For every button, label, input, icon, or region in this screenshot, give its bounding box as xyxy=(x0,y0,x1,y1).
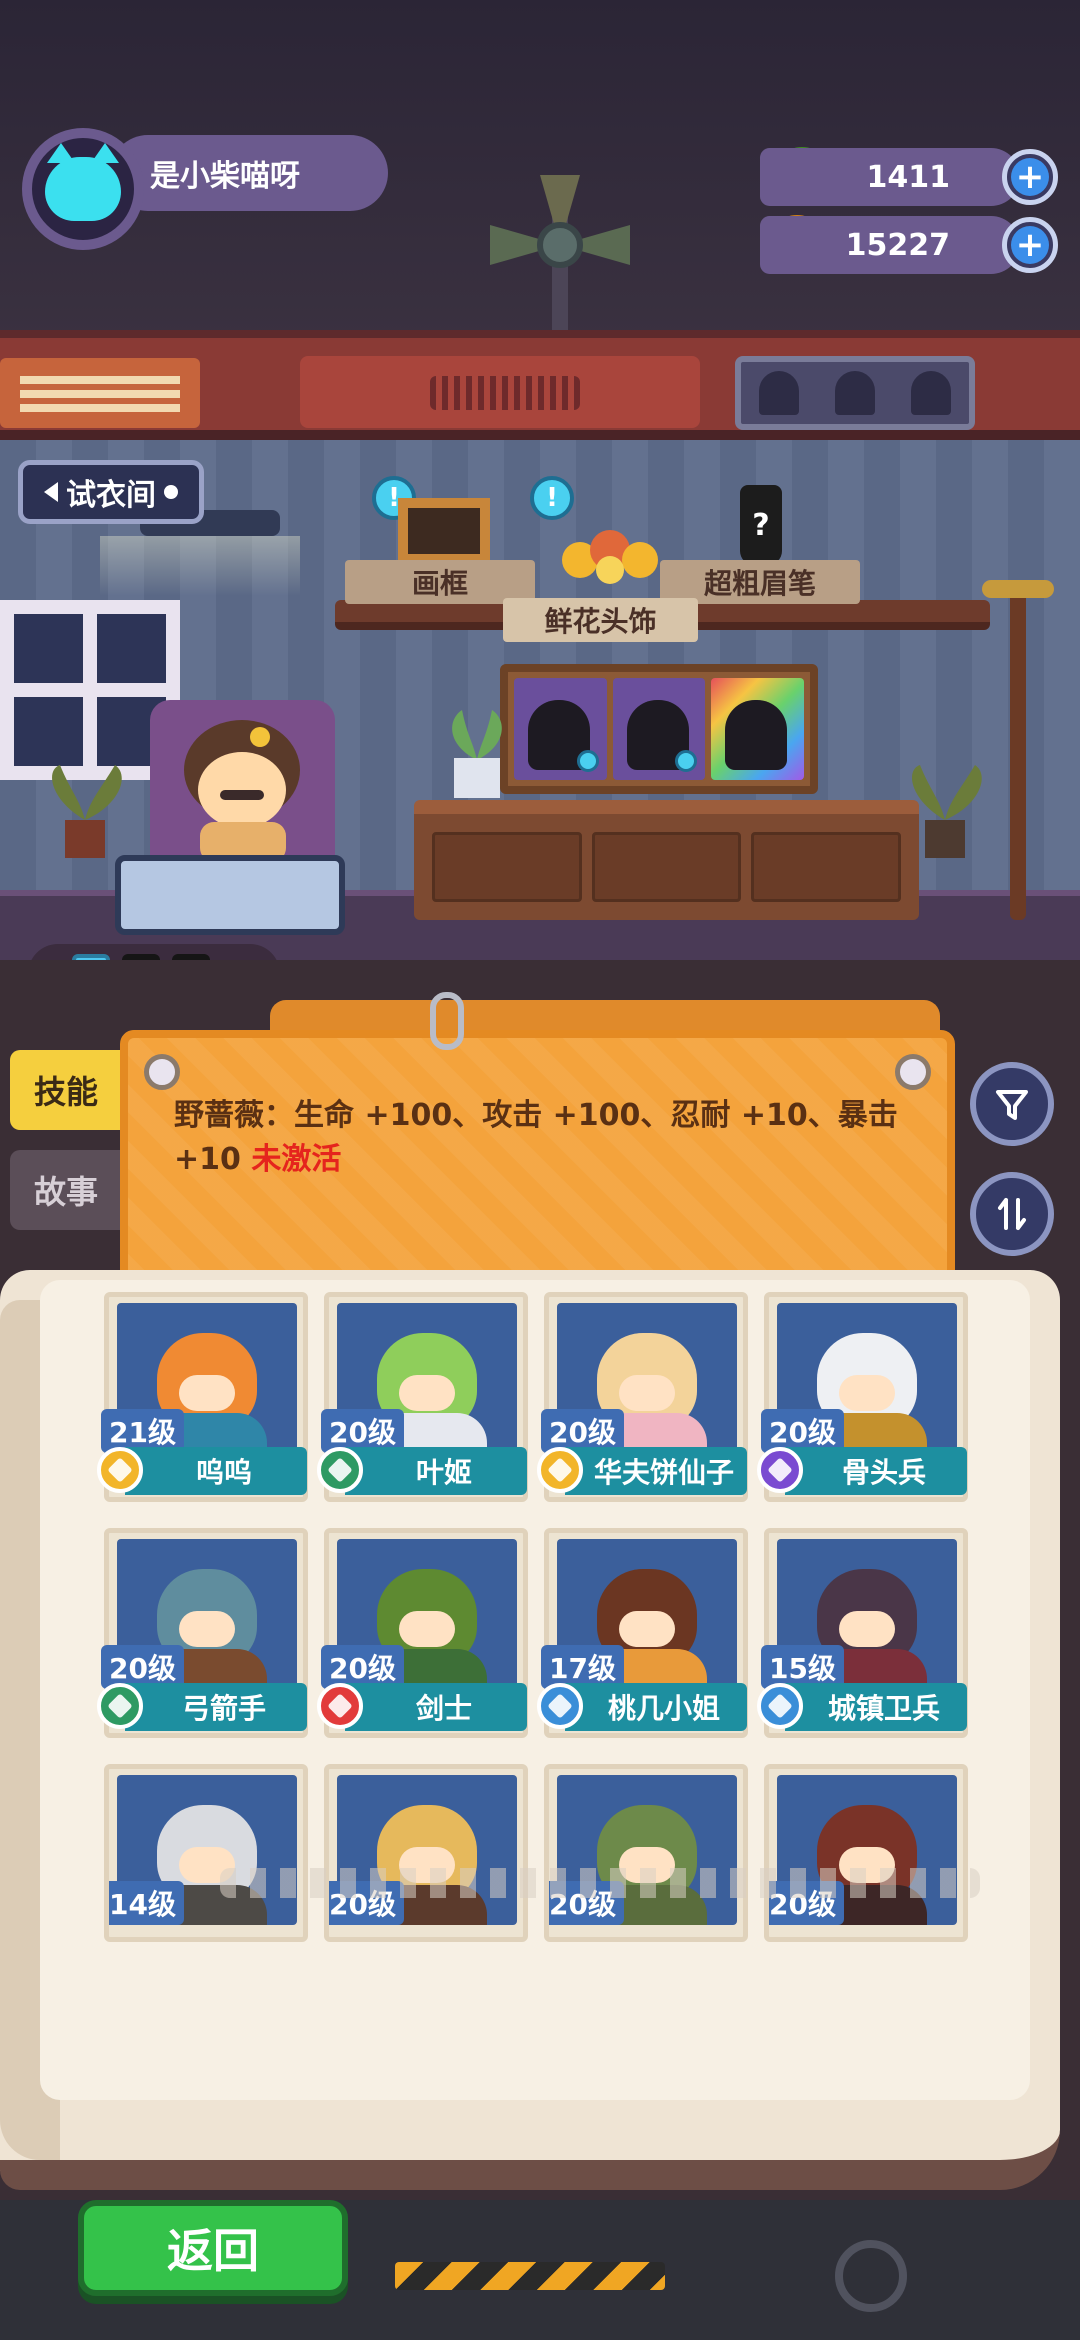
costume-slot[interactable] xyxy=(514,678,607,780)
machine-box xyxy=(300,356,700,428)
plus-icon: + xyxy=(1011,226,1049,264)
character-card[interactable]: 20级 xyxy=(544,1764,748,1942)
flower-headpiece-item[interactable] xyxy=(555,525,665,585)
game-screen: 是小柴喵呀 1411 + 15227 + 试衣间 ! ! ? 画框 超粗眉笔 鲜… xyxy=(0,0,1080,2340)
return-button[interactable]: 返回 xyxy=(78,2200,348,2296)
dot-icon xyxy=(164,485,178,499)
character-card[interactable]: 20级 xyxy=(764,1764,968,1942)
potted-plant xyxy=(912,765,982,858)
character-level: 14级 xyxy=(109,1881,184,1925)
ghost-icon xyxy=(911,371,951,415)
coin-amount: 15227 xyxy=(845,227,950,263)
lock-icon xyxy=(576,750,599,772)
rarity-badge-icon xyxy=(317,1683,363,1729)
tab-story[interactable]: 故事 xyxy=(10,1150,122,1230)
sort-icon xyxy=(998,1198,1026,1230)
shelf-tag-flower-headpiece[interactable]: 鲜花头饰 xyxy=(503,598,698,642)
character-card[interactable]: 20级 华夫饼仙子 xyxy=(537,1292,748,1502)
costume-cabinet xyxy=(500,664,818,794)
character-card[interactable]: 20级 剑士 xyxy=(317,1528,528,1738)
rarity-badge-icon xyxy=(757,1683,803,1729)
lock-icon xyxy=(675,750,698,772)
ghost-icon xyxy=(835,371,875,415)
vent xyxy=(0,358,200,428)
pin-icon xyxy=(144,1054,180,1090)
character-card[interactable]: 20级 xyxy=(324,1764,528,1942)
sort-button[interactable] xyxy=(970,1172,1054,1256)
player-character[interactable] xyxy=(170,712,315,862)
gem-amount: 1411 xyxy=(866,159,951,195)
character-name: 剑士 xyxy=(345,1683,527,1731)
ring-decoration xyxy=(835,2240,907,2312)
character-card[interactable]: 20级 骨头兵 xyxy=(757,1292,968,1502)
character-name: 弓箭手 xyxy=(125,1683,307,1731)
pin-icon xyxy=(895,1054,931,1090)
character-card[interactable]: 14级 xyxy=(104,1764,308,1942)
character-card[interactable]: 20级 弓箭手 xyxy=(97,1528,308,1738)
avatar[interactable] xyxy=(22,128,144,250)
character-grid: 21级 呜呜 20级 叶姬 20级 华夫饼仙子 20级 骨头兵 20级 弓箭手 … xyxy=(97,1292,984,1942)
ceiling-fan-icon xyxy=(490,175,630,335)
hazard-stripe xyxy=(395,2262,665,2290)
mystery-eyebrow-pencil-item[interactable]: ? xyxy=(740,485,782,565)
rarity-badge-icon xyxy=(97,1683,143,1729)
tab-skill[interactable]: 技能 xyxy=(10,1050,122,1130)
coat-rack xyxy=(982,580,1054,920)
location-label: 试衣间 xyxy=(66,478,156,513)
character-card[interactable]: 17级 桃几小姐 xyxy=(537,1528,748,1738)
upper-shelf xyxy=(0,330,1080,440)
skill-description: 野蔷薇：生命 +100、攻击 +100、忍耐 +10、暴击 +10 未激活 xyxy=(174,1094,934,1182)
lamp-light xyxy=(100,536,300,596)
picture-frame-item[interactable] xyxy=(398,498,490,564)
character-name: 叶姬 xyxy=(345,1447,527,1495)
potted-plant xyxy=(452,710,502,798)
rarity-badge-icon xyxy=(537,1683,583,1729)
ghost-panel xyxy=(735,356,975,430)
rarity-badge-icon xyxy=(97,1447,143,1493)
character-card[interactable]: 15级 城镇卫兵 xyxy=(757,1528,968,1738)
cat-avatar-icon xyxy=(45,143,121,221)
sewing-machine xyxy=(115,855,345,935)
faded-page-text xyxy=(220,1868,980,1898)
character-name: 华夫饼仙子 xyxy=(565,1447,747,1495)
add-gems-button[interactable]: + xyxy=(1002,149,1058,205)
skill-info-card: 野蔷薇：生命 +100、攻击 +100、忍耐 +10、暴击 +10 未激活 xyxy=(120,1030,955,1290)
user-name-pill[interactable]: 是小柴喵呀 xyxy=(110,135,388,211)
ghost-icon xyxy=(759,371,799,415)
rarity-badge-icon xyxy=(537,1447,583,1493)
rarity-badge-icon xyxy=(317,1447,363,1493)
character-name: 呜呜 xyxy=(125,1447,307,1495)
character-card[interactable]: 20级 叶姬 xyxy=(317,1292,528,1502)
character-name: 骨头兵 xyxy=(785,1447,967,1495)
filter-icon xyxy=(996,1090,1028,1120)
plus-icon: + xyxy=(1011,158,1049,196)
add-coins-button[interactable]: + xyxy=(1002,217,1058,273)
potted-plant xyxy=(52,765,122,858)
back-arrow-icon xyxy=(44,482,58,502)
costume-slot[interactable] xyxy=(612,678,706,780)
user-name: 是小柴喵呀 xyxy=(150,159,300,194)
new-item-bubble-icon[interactable]: ! xyxy=(530,476,574,520)
skill-status: 未激活 xyxy=(251,1142,342,1177)
costume-slot[interactable] xyxy=(711,678,805,780)
coin-counter: 15227 xyxy=(760,216,1020,274)
gem-counter: 1411 xyxy=(760,148,1020,206)
desk xyxy=(414,800,919,920)
character-name: 城镇卫兵 xyxy=(785,1683,967,1731)
paper-clip-icon xyxy=(430,992,464,1050)
location-back-button[interactable]: 试衣间 xyxy=(18,460,204,524)
character-name: 桃几小姐 xyxy=(565,1683,747,1731)
rarity-badge-icon xyxy=(757,1447,803,1493)
filter-button[interactable] xyxy=(970,1062,1054,1146)
character-card[interactable]: 21级 呜呜 xyxy=(97,1292,308,1502)
